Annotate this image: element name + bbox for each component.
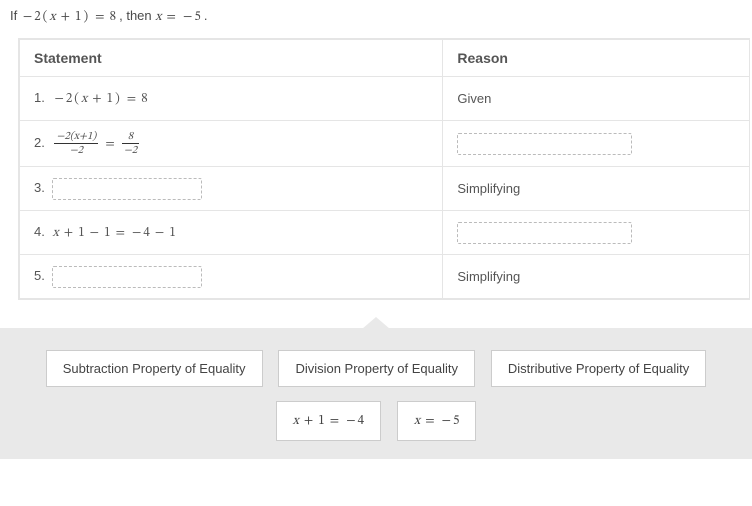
answer-chip-distributive[interactable]: Distributive Property of Equality [491,350,706,387]
problem-conclusion: x = −5 [155,11,204,24]
table-row: 1. −2(x + 1) = 8 Given [20,77,750,121]
header-statement: Statement [20,40,443,77]
reason-cell: Simplifying [443,255,750,299]
reason-text: Simplifying [457,269,520,284]
statement-math: −2(x + 1) = 8 [52,93,147,106]
problem-hypothesis: −2(x + 1) = 8 [21,11,119,24]
problem-suffix: . [204,8,208,23]
answer-chip-subtraction[interactable]: Subtraction Property of Equality [46,350,263,387]
row-number: 1. [34,90,45,105]
reason-cell [443,121,750,167]
statement-math: −2(x+1) −2 = 8 −2 [52,138,141,151]
reason-text: Simplifying [457,181,520,196]
header-reason: Reason [443,40,750,77]
frac-numerator: 8 [122,131,139,143]
statement-cell: 5. [20,255,443,299]
proof-container: Statement Reason 1. −2(x + 1) = 8 Given [18,38,750,300]
frac-denominator: −2 [54,143,98,156]
proof-table: Statement Reason 1. −2(x + 1) = 8 Given [19,39,750,299]
frac-numerator: −2(x+1) [54,131,98,143]
statement-math: x + 1 − 1 = −4 − 1 [52,227,175,240]
problem-prefix: If [10,8,21,23]
reason-cell [443,211,750,255]
answer-bank: Subtraction Property of Equality Divisio… [0,328,752,459]
table-row: 5. Simplifying [20,255,750,299]
reason-drop-zone[interactable] [457,133,632,155]
table-row: 4. x + 1 − 1 = −4 − 1 [20,211,750,255]
reason-cell: Given [443,77,750,121]
answer-bank-row: x + 1 = −4 x = −5 [20,401,732,441]
statement-cell: 4. x + 1 − 1 = −4 − 1 [20,211,443,255]
caret-up-icon [362,317,390,329]
row-number: 5. [34,268,45,283]
statement-drop-zone[interactable] [52,266,202,288]
reason-drop-zone[interactable] [457,222,632,244]
frac-denominator: −2 [122,143,139,156]
table-row: 2. −2(x+1) −2 = 8 −2 [20,121,750,167]
answer-chip-division[interactable]: Division Property of Equality [278,350,475,387]
table-row: 3. Simplifying [20,167,750,211]
problem-statement: If −2(x + 1) = 8 , then x = −5 . [0,0,752,38]
statement-drop-zone[interactable] [52,178,202,200]
row-number: 3. [34,180,45,195]
problem-mid: , then [119,8,155,23]
row-number: 4. [34,224,45,239]
answer-chip-eq1[interactable]: x + 1 = −4 [276,401,381,441]
statement-cell: 2. −2(x+1) −2 = 8 −2 [20,121,443,167]
reason-cell: Simplifying [443,167,750,211]
answer-bank-row: Subtraction Property of Equality Divisio… [20,350,732,387]
row-number: 2. [34,135,45,150]
statement-cell: 1. −2(x + 1) = 8 [20,77,443,121]
answer-bank-container: Subtraction Property of Equality Divisio… [0,328,752,459]
answer-chip-eq2[interactable]: x = −5 [397,401,477,441]
reason-text: Given [457,91,491,106]
statement-cell: 3. [20,167,443,211]
